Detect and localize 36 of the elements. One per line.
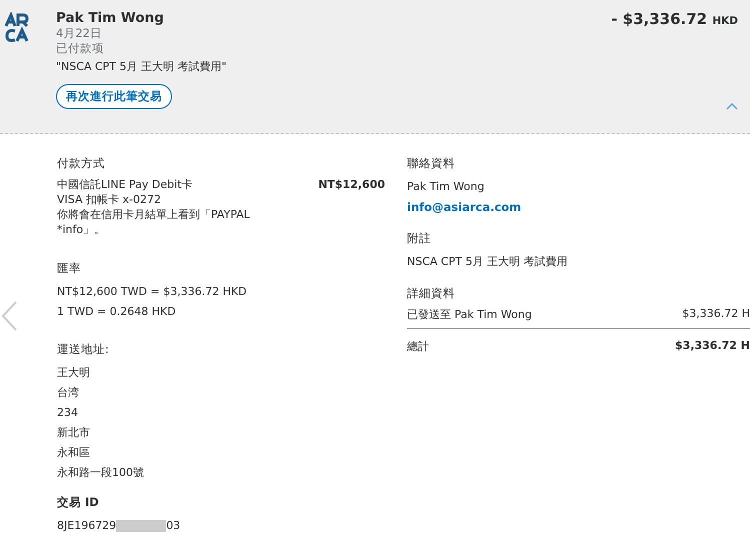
total-amount: $3,336.72 H — [675, 339, 750, 354]
section-heading: 付款方式 — [57, 156, 105, 171]
redaction-block — [116, 520, 166, 532]
detail-amount: $3,336.72 H — [682, 307, 750, 322]
transaction-memo: "NSCA CPT 5月 王大明 考試費用" — [56, 59, 228, 74]
section-heading: 運送地址: — [57, 342, 109, 357]
transaction-id-start: 8JE196729 — [57, 519, 116, 532]
section-heading: 匯率 — [57, 261, 81, 276]
address-line: 台湾 — [57, 385, 79, 401]
transaction-id-end: 03 — [166, 519, 180, 532]
transaction-date: 4月22日 — [56, 26, 103, 41]
email-link[interactable]: info@asiarca.com — [407, 197, 522, 217]
statement-note: 你將會在信用卡月結單上看到「PAYPAL *info」。 — [57, 207, 251, 237]
address-line: 永和區 — [57, 445, 90, 461]
card-number: VISA 扣帳卡 x-0272 — [57, 192, 161, 207]
section-heading: 交易 ID — [57, 495, 99, 510]
address-line: 永和路一段100號 — [57, 465, 144, 481]
collapse-chevron-icon[interactable] — [726, 102, 738, 110]
payee-name: Pak Tim Wong — [56, 10, 165, 26]
section-heading: 詳細資料 — [407, 286, 455, 301]
transaction-amount: - $3,336.72 HKD — [611, 10, 738, 28]
detail-label: 已發送至 Pak Tim Wong — [407, 307, 532, 322]
total-label: 總計 — [407, 339, 429, 354]
section-heading: 附註 — [407, 231, 431, 246]
conversion-text: NT$12,600 TWD = $3,336.72 HKD — [57, 284, 247, 300]
section-heading: 聯絡資料 — [407, 156, 455, 171]
contact-name: Pak Tim Wong — [407, 179, 484, 195]
transaction-status: 已付款项 — [56, 41, 105, 56]
card-amount: NT$12,600 — [318, 177, 385, 192]
repeat-transaction-button[interactable]: 再次進行此筆交易 — [56, 84, 172, 109]
note-text: NSCA CPT 5月 王大明 考試費用 — [407, 254, 568, 270]
card-name: 中國信託LINE Pay Debit卡 — [57, 177, 193, 192]
address-line: 王大明 — [57, 365, 90, 381]
address-line: 234 — [57, 405, 78, 421]
exchange-rate: 1 TWD = 0.2648 HKD — [57, 304, 176, 320]
address-line: 新北市 — [57, 425, 90, 441]
